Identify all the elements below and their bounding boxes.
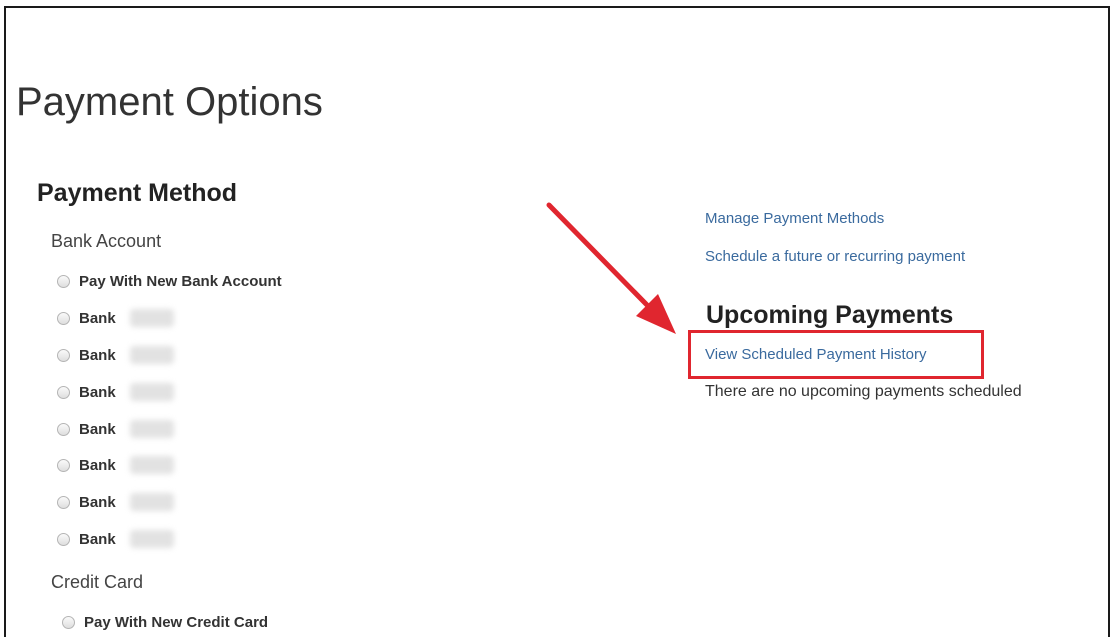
radio-option-new-credit-card[interactable]: Pay With New Credit Card [62,610,268,634]
schedule-payment-link[interactable]: Schedule a future or recurring payment [705,246,965,268]
redacted-account-number [129,309,174,327]
radio-option-bank[interactable]: Bank [57,453,174,477]
option-label: Bank [79,309,116,327]
credit-card-label: Credit Card [51,572,144,592]
radio-button[interactable] [57,311,70,325]
redacted-account-number [129,346,174,364]
option-label: Bank [79,346,116,364]
option-label: Bank [79,383,116,401]
radio-button[interactable] [57,458,70,472]
option-label: Bank [79,493,116,511]
radio-button[interactable] [62,615,75,629]
redacted-account-number [129,530,174,548]
upcoming-payments-title: Upcoming Payments [706,301,954,329]
radio-option-bank[interactable]: Bank [57,380,174,404]
redacted-account-number [129,383,174,401]
payment-method-title: Payment Method [37,179,238,207]
redacted-account-number [129,493,174,511]
bank-account-label: Bank Account [51,231,162,251]
redacted-account-number [129,456,174,474]
radio-option-bank[interactable]: Bank [57,490,174,514]
page-title: Payment Options [16,80,323,124]
option-label: Pay With New Credit Card [84,613,269,631]
option-label: Bank [79,456,116,474]
radio-option-bank[interactable]: Bank [57,343,174,367]
radio-button[interactable] [57,495,70,509]
radio-option-new-bank-account[interactable]: Pay With New Bank Account [57,269,282,293]
no-upcoming-payments-message: There are no upcoming payments scheduled [705,383,1022,400]
radio-button[interactable] [57,385,70,399]
highlight-box [688,330,984,379]
option-label: Bank [79,530,116,548]
manage-payment-methods-link[interactable]: Manage Payment Methods [705,208,884,230]
radio-option-bank[interactable]: Bank [57,417,174,441]
option-label: Pay With New Bank Account [79,272,282,290]
radio-button[interactable] [57,274,70,288]
radio-option-bank[interactable]: Bank [57,527,174,551]
radio-option-bank[interactable]: Bank [57,306,174,330]
option-label: Bank [79,420,116,438]
radio-button[interactable] [57,348,70,362]
radio-button[interactable] [57,532,70,546]
redacted-account-number [129,420,174,438]
radio-button[interactable] [57,422,70,436]
